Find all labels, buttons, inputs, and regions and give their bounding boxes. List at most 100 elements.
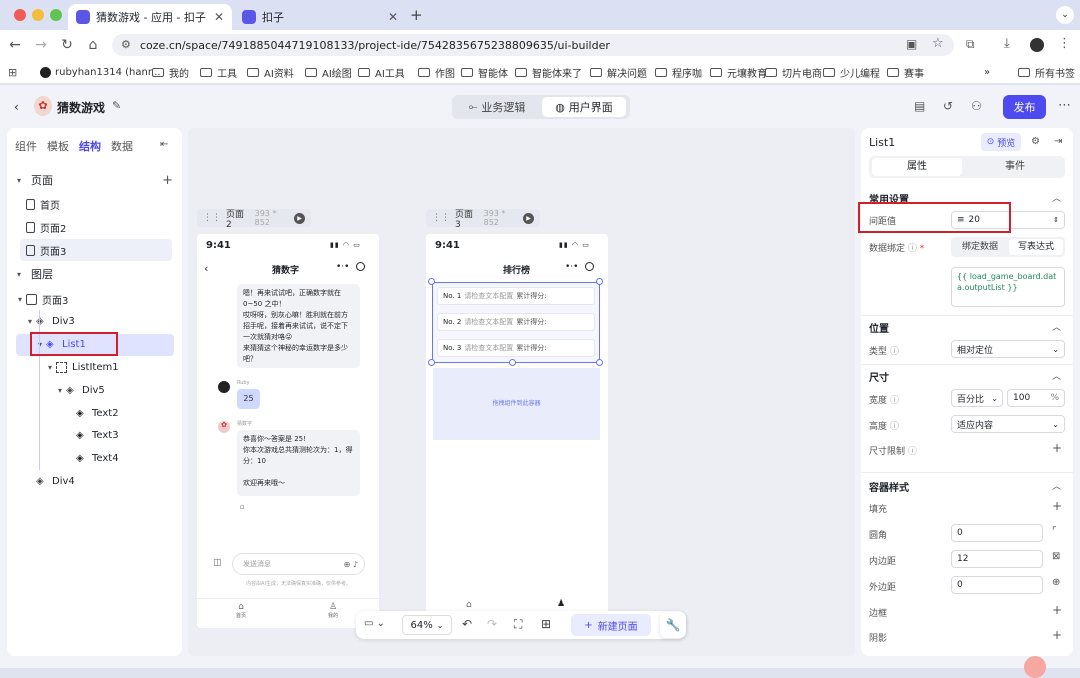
browser-tab-active[interactable]: 猜数游戏 - 应用 - 扣子 ✕ <box>68 4 232 30</box>
url-field[interactable]: ⚙ coze.cn/space/7491885044719108133/proj… <box>112 34 954 56</box>
all-bookmarks[interactable]: 所有书签 <box>1018 63 1075 81</box>
extensions-icon[interactable]: ⧉ <box>966 37 975 52</box>
layer-item[interactable]: ▾ 页面3 <box>14 288 174 310</box>
padding-input[interactable]: 12 <box>951 550 1043 568</box>
tab-properties[interactable]: 属性 <box>872 158 962 176</box>
drop-zone[interactable]: 拖拽组件到此容器 <box>433 368 600 440</box>
nav-mine[interactable]: ♙ 我的 <box>328 602 338 619</box>
preview-button[interactable]: ⊙ 预览 <box>981 133 1021 151</box>
bookmark-folder[interactable]: 智能体来了 <box>515 63 582 81</box>
bookmark-folder[interactable]: 作图 <box>418 63 455 81</box>
layer-item[interactable]: ◈ Text2 <box>64 402 174 424</box>
minimize-window-button[interactable] <box>32 9 44 21</box>
nav-home[interactable]: ⌂ 首页 <box>236 602 246 619</box>
width-input[interactable]: 100% <box>1007 389 1065 407</box>
tab-user-interface[interactable]: ◍ 用户界面 <box>542 97 626 117</box>
maximize-window-button[interactable] <box>50 9 62 21</box>
new-page-button[interactable]: + 新建页面 <box>571 614 651 636</box>
radius-input[interactable]: 0 <box>951 524 1043 542</box>
bookmarks-more-button[interactable]: » <box>984 63 990 81</box>
grid-icon[interactable]: ⊞ <box>541 617 551 631</box>
margin-input[interactable]: 0 <box>951 576 1043 594</box>
back-button[interactable]: ← <box>6 36 24 54</box>
resize-handle[interactable] <box>596 359 603 366</box>
bookmark-folder[interactable]: AI资料 <box>247 63 294 81</box>
fit-screen-icon[interactable]: ⛶ <box>514 617 522 632</box>
tab-components[interactable]: 组件 <box>15 138 37 154</box>
bookmark-folder[interactable]: 工具 <box>200 63 237 81</box>
publish-button[interactable]: 发布 <box>1003 95 1046 119</box>
add-size-limit-icon[interactable]: + <box>1052 441 1062 455</box>
bookmark-folder[interactable]: 少儿编程 <box>823 63 880 81</box>
back-icon[interactable]: ‹ <box>204 262 208 275</box>
browser-tab[interactable]: 扣子 ✕ <box>234 4 406 30</box>
padding-sides-icon[interactable]: ⊠ <box>1052 551 1060 562</box>
close-tab-icon[interactable]: ✕ <box>214 10 224 24</box>
redo-icon[interactable]: ↷ <box>487 617 497 631</box>
apps-grid-icon[interactable]: ⊞ <box>8 66 17 79</box>
bookmark-folder[interactable]: 程序咖 <box>655 63 702 81</box>
tab-data[interactable]: 数据 <box>111 138 133 154</box>
layer-item[interactable]: ▾ ListItem1 <box>44 356 174 378</box>
download-icon[interactable]: ⤓ <box>1004 36 1010 51</box>
zoom-select[interactable]: 64% ⌄ <box>402 615 452 635</box>
rank-row[interactable]: No. 3 请检查文本配置 累计得分: <box>437 339 595 357</box>
add-shadow-icon[interactable]: + <box>1052 628 1062 642</box>
chat-input[interactable]: 发送消息 ⊕ ♪ <box>232 553 365 575</box>
corner-icon[interactable]: ⌜ <box>1052 526 1057 537</box>
layer-item[interactable]: ◈ Text3 <box>64 425 174 447</box>
new-tab-button[interactable]: + <box>410 6 423 24</box>
bookmark-folder[interactable]: AI绘图 <box>305 63 352 81</box>
page2-label[interactable]: ⋮⋮ 页面2 393 * 852 ▶ <box>197 209 311 230</box>
bookmark-folder[interactable]: 解决问题 <box>590 63 647 81</box>
reload-button[interactable]: ↻ <box>58 36 76 54</box>
collaborators-icon[interactable]: ⚇ <box>971 99 982 113</box>
layer-item[interactable]: ◈ Div4 <box>24 470 174 492</box>
profile-avatar[interactable] <box>1030 38 1044 52</box>
bookmark-folder[interactable]: AI工具 <box>358 63 405 81</box>
record-icon[interactable] <box>585 262 594 271</box>
bookmark-folder[interactable]: 赛事 <box>887 63 924 81</box>
clipboard-icon[interactable]: ▣ <box>906 37 917 51</box>
bookmark-star-icon[interactable]: ☆ <box>932 36 944 51</box>
person-icon[interactable]: ♟ <box>557 599 565 609</box>
margin-sides-icon[interactable]: ⊕ <box>1052 577 1060 588</box>
rank-row[interactable]: No. 1 请检查文本配置 累计得分: <box>437 287 595 305</box>
write-expression-button[interactable]: 写表达式 <box>1009 239 1063 255</box>
bookmark-folder[interactable]: 我的 <box>152 63 189 81</box>
width-unit-select[interactable]: 百分比 ⌄ <box>951 389 1003 407</box>
chevron-up-icon[interactable]: ︿ <box>1052 320 1061 333</box>
layer-item[interactable]: ▾◈Div3 <box>24 311 174 333</box>
home-button[interactable]: ⌂ <box>84 36 102 54</box>
more-dots-icon[interactable]: •·• <box>336 262 349 272</box>
gear-icon[interactable]: ⚙ <box>1031 136 1040 147</box>
page3-label[interactable]: ⋮⋮ 页面3 393 * 852 ▶ <box>426 209 540 230</box>
collapse-panel-icon[interactable]: ⇤ <box>160 139 168 150</box>
height-select[interactable]: 适应内容 ⌄ <box>951 415 1065 433</box>
page-item[interactable]: 页面2 <box>20 216 172 238</box>
more-icon[interactable]: ⋯ <box>1058 98 1071 113</box>
tab-search-button[interactable]: ⌄ <box>1056 6 1074 24</box>
bookmark-folder[interactable]: 切片电商 <box>765 63 822 81</box>
bookmark-folder[interactable]: 元壤教育 <box>710 63 767 81</box>
chevron-up-icon[interactable]: ︿ <box>1052 191 1061 204</box>
back-to-project-icon[interactable]: ‹ <box>14 100 19 114</box>
add-border-icon[interactable]: + <box>1052 603 1062 617</box>
resize-handle[interactable] <box>428 278 435 285</box>
bookmark-folder[interactable]: 智能体 <box>461 63 508 81</box>
tab-events[interactable]: 事件 <box>970 158 1060 176</box>
copy-icon[interactable]: ▫ <box>240 503 245 511</box>
layer-item[interactable]: ▾ ◈ Div5 <box>54 379 174 401</box>
resize-handle[interactable] <box>428 359 435 366</box>
device-select[interactable]: ▭ ⌄ <box>364 618 385 629</box>
home-icon[interactable]: ⌂ <box>466 600 472 610</box>
site-info-icon[interactable]: ⚙ <box>121 38 131 51</box>
tab-structure[interactable]: 结构 <box>79 138 101 154</box>
browser-menu-icon[interactable]: ⋮ <box>1058 36 1071 51</box>
record-icon[interactable] <box>356 262 365 271</box>
expression-editor[interactable]: {{ load_game_board.data.outputList }} <box>951 267 1065 307</box>
layer-item[interactable]: ◈ Text4 <box>64 448 174 470</box>
close-window-button[interactable] <box>14 9 26 21</box>
page-item[interactable]: 首页 <box>20 193 172 215</box>
upload-icon[interactable]: ◫ <box>213 558 222 568</box>
